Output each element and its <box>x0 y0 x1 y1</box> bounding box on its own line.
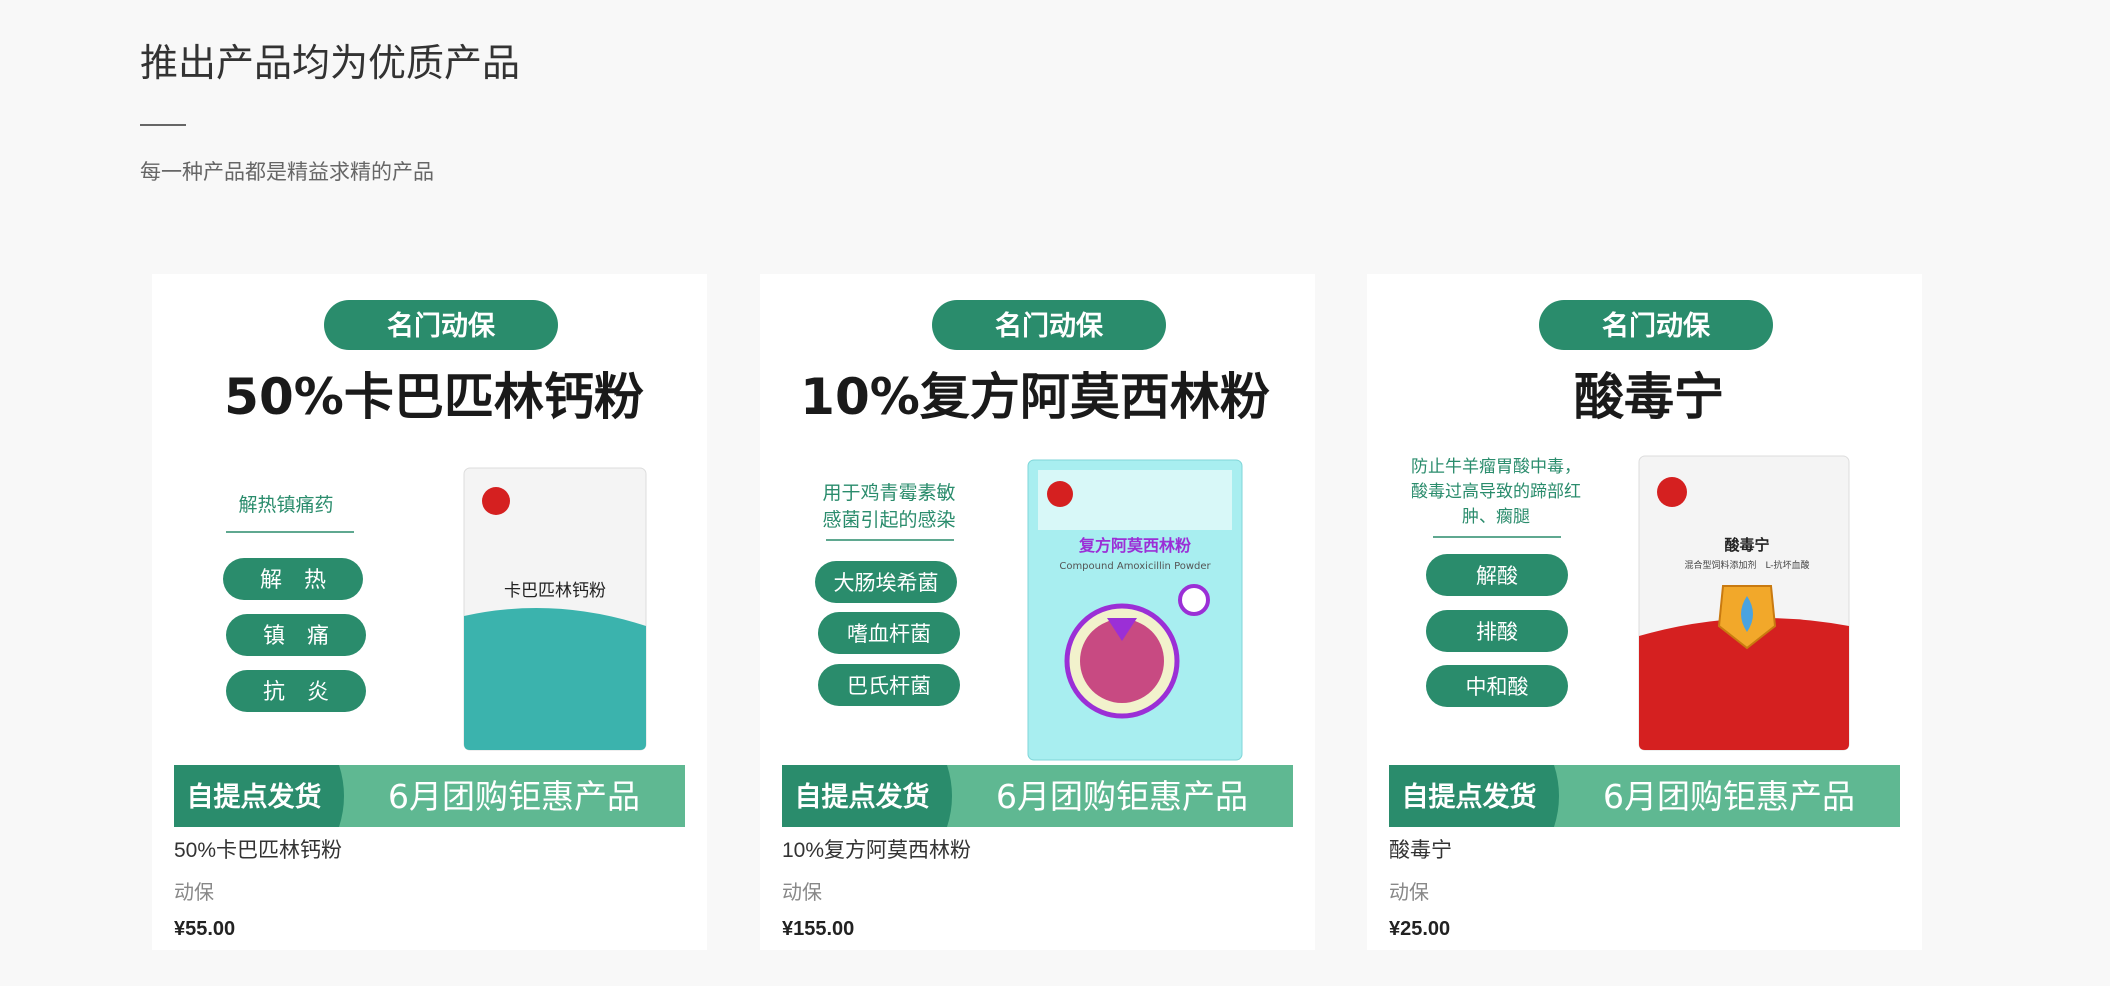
badge-text: 名门动保 <box>387 310 496 342</box>
product-package: 卡巴匹林钙粉 <box>463 467 647 751</box>
image-headline: 10%复方阿莫西林粉 <box>800 368 1270 426</box>
product-card[interactable]: 名门动保 酸毒宁 防止牛羊瘤胃酸中毒， 酸毒过高导致的蹄部红 肿、瘸腿 解酸 排… <box>1367 274 1922 950</box>
image-tagline: 解热镇痛药 <box>238 494 333 516</box>
image-tagline-line: 肿、瘸腿 <box>1462 507 1530 527</box>
product-category: 动保 <box>174 882 214 904</box>
benefit-pill-label: 排酸 <box>1476 620 1518 644</box>
banner-right-text: 6月团购钜惠产品 <box>1603 777 1855 816</box>
product-name[interactable]: 酸毒宁 <box>1389 834 1452 864</box>
badge-text: 名门动保 <box>995 310 1104 342</box>
product-category: 动保 <box>782 882 822 904</box>
banner-left-text: 自提点发货 <box>795 781 930 813</box>
package-label: 卡巴匹林钙粉 <box>504 581 606 601</box>
section-title: 推出产品均为优质产品 <box>140 43 521 85</box>
product-card[interactable]: 名门动保 10%复方阿莫西林粉 用于鸡青霉素敏 感菌引起的感染 大肠埃希菌 嗜血… <box>760 274 1315 950</box>
product-price: ¥155.00 <box>782 918 855 940</box>
image-headline: 酸毒宁 <box>1574 368 1724 426</box>
image-tagline-line: 用于鸡青霉素敏 <box>822 482 955 504</box>
benefit-pill-label: 镇 痛 <box>263 624 329 649</box>
section-divider <box>140 124 186 126</box>
product-price: ¥25.00 <box>1389 918 1451 940</box>
package-label: 酸毒宁 <box>1724 536 1769 554</box>
benefit-pill-label: 中和酸 <box>1466 675 1529 699</box>
banner-left-text: 自提点发货 <box>187 781 322 813</box>
product-name[interactable]: 50%卡巴匹林钙粉 <box>174 834 342 864</box>
banner-right-text: 6月团购钜惠产品 <box>996 777 1248 816</box>
product-image[interactable]: 名门动保 酸毒宁 防止牛羊瘤胃酸中毒， 酸毒过高导致的蹄部红 肿、瘸腿 解酸 排… <box>1389 296 1900 829</box>
package-sublabel: Compound Amoxicillin Powder <box>1059 561 1211 572</box>
image-tagline-line: 酸毒过高导致的蹄部红 <box>1411 482 1581 502</box>
benefit-pill-label: 大肠埃希菌 <box>834 571 939 595</box>
package-label: 复方阿莫西林粉 <box>1078 536 1191 555</box>
section-subtitle: 每一种产品都是精益求精的产品 <box>140 161 434 184</box>
image-headline: 50%卡巴匹林钙粉 <box>224 368 644 426</box>
product-image[interactable]: 名门动保 50%卡巴匹林钙粉 解热镇痛药 解 热 镇 痛 抗 炎 卡巴匹林钙粉 <box>174 296 685 829</box>
product-package: 复方阿莫西林粉 Compound Amoxicillin Powder <box>1027 459 1243 761</box>
badge-text: 名门动保 <box>1602 310 1711 342</box>
benefit-pill-label: 抗 炎 <box>263 680 329 705</box>
banner-right-text: 6月团购钜惠产品 <box>388 777 640 816</box>
product-card[interactable]: 名门动保 50%卡巴匹林钙粉 解热镇痛药 解 热 镇 痛 抗 炎 卡巴匹林钙粉 <box>152 274 707 950</box>
image-tagline-line: 防止牛羊瘤胃酸中毒， <box>1411 457 1581 477</box>
benefit-pill-label: 巴氏杆菌 <box>847 674 931 698</box>
benefit-pill-label: 嗜血杆菌 <box>847 622 931 646</box>
product-package: 酸毒宁 混合型饲料添加剂 L-抗坏血酸 <box>1638 455 1850 751</box>
benefit-pill-label: 解酸 <box>1476 564 1518 588</box>
product-category: 动保 <box>1389 882 1429 904</box>
benefit-pill-label: 解 热 <box>260 568 326 593</box>
product-image[interactable]: 名门动保 10%复方阿莫西林粉 用于鸡青霉素敏 感菌引起的感染 大肠埃希菌 嗜血… <box>782 296 1293 829</box>
banner-left-text: 自提点发货 <box>1402 781 1537 813</box>
package-sublabel: 混合型饲料添加剂 L-抗坏血酸 <box>1684 559 1809 571</box>
image-tagline-line: 感菌引起的感染 <box>822 509 955 531</box>
product-name[interactable]: 10%复方阿莫西林粉 <box>782 834 971 864</box>
product-price: ¥55.00 <box>174 918 236 940</box>
